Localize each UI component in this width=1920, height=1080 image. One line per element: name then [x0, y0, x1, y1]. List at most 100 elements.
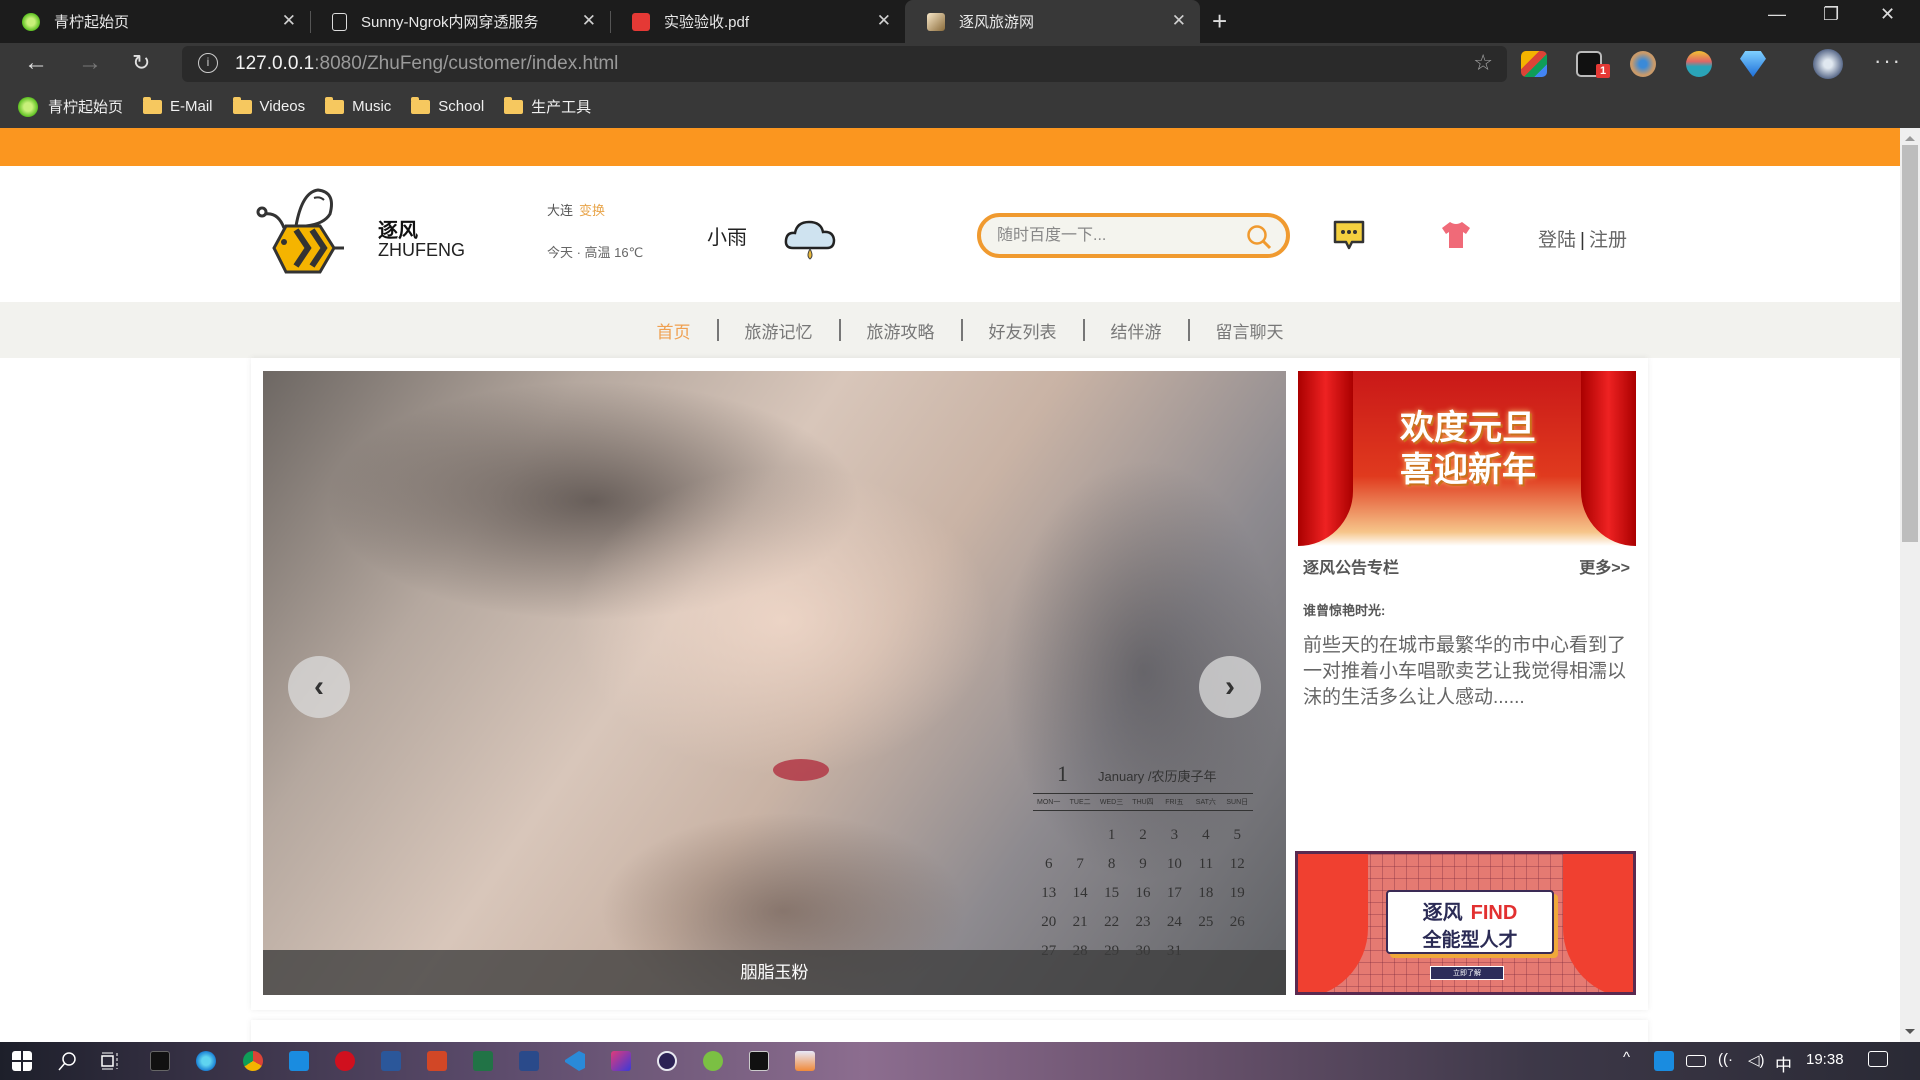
intellij-icon[interactable] — [611, 1051, 631, 1071]
carousel-prev-button[interactable]: ‹ — [288, 656, 350, 718]
java-icon[interactable] — [795, 1051, 815, 1071]
nav-friends-list[interactable]: 好友列表 — [963, 318, 1083, 343]
extension-icon[interactable] — [1521, 51, 1547, 77]
bookmark-qingning[interactable]: 青柠起始页 — [18, 96, 123, 117]
edge-icon[interactable] — [196, 1051, 216, 1071]
app-icon[interactable] — [150, 1051, 170, 1071]
ime-indicator[interactable]: 中 — [1775, 1051, 1792, 1076]
bookmark-videos[interactable]: Videos — [232, 96, 305, 115]
windows-taskbar: ^ ((· ◁) 中 19:38 — [0, 1042, 1920, 1080]
restore-button[interactable]: ❐ — [1823, 4, 1839, 25]
recruit-banner[interactable]: 逐风 FIND 全能型人才 立即了解 — [1295, 851, 1636, 995]
search-icon[interactable] — [1246, 224, 1272, 250]
lime-icon — [22, 12, 40, 31]
favorite-star-icon[interactable]: ☆ — [1473, 50, 1493, 76]
recruit-cn: 逐风 — [1422, 902, 1463, 924]
tray-chevron[interactable]: ^ — [1623, 1049, 1630, 1066]
change-city-link[interactable]: 变换 — [579, 203, 605, 218]
calendar-date: 10 — [1166, 856, 1182, 872]
terminal-icon[interactable] — [749, 1051, 769, 1071]
url-bar[interactable]: i 127.0.0.1:8080/ZhuFeng/customer/index.… — [182, 46, 1507, 82]
close-tab-icon[interactable]: ✕ — [282, 11, 296, 31]
announcement-more-link[interactable]: 更多>> — [1579, 554, 1630, 578]
url-text[interactable]: 127.0.0.1:8080/ZhuFeng/customer/index.ht… — [235, 53, 618, 75]
excel-icon[interactable] — [473, 1051, 493, 1071]
calendar-day: 1 — [1057, 761, 1068, 786]
clover-icon[interactable] — [703, 1051, 723, 1071]
scroll-thumb[interactable] — [1902, 145, 1918, 542]
powerpoint-icon[interactable] — [427, 1051, 447, 1071]
battery-icon[interactable] — [1686, 1055, 1706, 1067]
bookmarks-bar: 青柠起始页 E-Mail Videos Music School 生产工具 — [0, 85, 1920, 128]
bookmark-music[interactable]: Music — [325, 96, 391, 115]
learn-more-button[interactable]: 立即了解 — [1430, 966, 1504, 980]
tab-pdf[interactable]: 实验验收.pdf ✕ — [610, 0, 905, 43]
windows-start-icon[interactable] — [12, 1051, 32, 1071]
new-tab-button[interactable]: + — [1212, 6, 1227, 37]
chrome-icon[interactable] — [243, 1051, 263, 1071]
task-view-icon[interactable] — [100, 1051, 120, 1071]
temperature-text: 今天 · 高温 16℃ — [547, 245, 644, 260]
tray-app-icon[interactable] — [1654, 1051, 1674, 1071]
back-button[interactable]: ← — [24, 49, 48, 77]
site-header: 逐风 ZHUFENG 大连变换 今天 · 高温 16℃ 小雨 登陆|注册 — [0, 166, 1900, 302]
login-link[interactable]: 登陆 — [1538, 230, 1576, 251]
extension-icon[interactable] — [1630, 51, 1656, 77]
devcpp-icon[interactable] — [519, 1051, 539, 1071]
bookmark-tools[interactable]: 生产工具 — [504, 96, 591, 117]
content-container: 1 January /农历庚子年 MON一 TUE二 WED三 THU四 FRI五 SAT… — [251, 358, 1648, 1010]
reload-button[interactable]: ↻ — [132, 50, 150, 76]
calendar-month: January /农历庚子年 — [1098, 769, 1217, 784]
scroll-up-arrow[interactable] — [1905, 136, 1915, 141]
minimize-button[interactable]: — — [1768, 4, 1786, 25]
volume-icon[interactable]: ◁) — [1748, 1051, 1765, 1069]
calendar-weekday: SUN日 — [1226, 799, 1249, 806]
nav-travel-guides[interactable]: 旅游攻略 — [841, 318, 961, 343]
forward-button[interactable]: → — [78, 49, 102, 77]
bookmark-email[interactable]: E-Mail — [143, 96, 213, 115]
close-tab-icon[interactable]: ✕ — [1172, 11, 1186, 31]
nav-home[interactable]: 首页 — [631, 318, 717, 343]
word-icon[interactable] — [381, 1051, 401, 1071]
nav-travel-companions[interactable]: 结伴游 — [1085, 318, 1188, 343]
wifi-icon[interactable]: ((· — [1718, 1051, 1733, 1068]
new-year-banner[interactable]: 欢度元旦 喜迎新年 — [1298, 371, 1636, 546]
search-input[interactable] — [997, 225, 1237, 247]
netease-music-icon[interactable] — [335, 1051, 355, 1071]
close-tab-icon[interactable]: ✕ — [877, 11, 891, 31]
tab-sunny-ngrok[interactable]: Sunny-Ngrok内网穿透服务 ✕ — [310, 0, 610, 43]
folder-icon — [411, 96, 431, 114]
close-window-button[interactable]: ✕ — [1880, 4, 1895, 25]
message-icon[interactable] — [1332, 219, 1366, 251]
bee-logo-icon[interactable] — [256, 186, 356, 276]
calendar-date: 11 — [1198, 856, 1214, 872]
vscode-icon[interactable] — [565, 1051, 585, 1071]
app-icon[interactable] — [289, 1051, 309, 1071]
search-icon[interactable] — [57, 1051, 77, 1071]
tab-qingning[interactable]: 青柠起始页 ✕ — [0, 0, 310, 43]
eclipse-icon[interactable] — [657, 1051, 677, 1071]
bookmark-school[interactable]: School — [411, 96, 484, 115]
tab-zhufeng[interactable]: 逐风旅游网 ✕ — [905, 0, 1200, 43]
nav-travel-memories[interactable]: 旅游记忆 — [719, 318, 839, 343]
tshirt-icon[interactable] — [1440, 220, 1472, 250]
more-menu-button[interactable]: ··· — [1874, 48, 1902, 74]
photo-detail — [773, 759, 829, 781]
diamond-extension-icon[interactable] — [1740, 51, 1766, 77]
extension-icon[interactable] — [1686, 51, 1712, 77]
carousel-next-button[interactable]: › — [1199, 656, 1261, 718]
banner-text: 欢度元旦 喜迎新年 — [1368, 407, 1568, 491]
register-link[interactable]: 注册 — [1589, 230, 1627, 251]
calendar-date: 24 — [1166, 914, 1182, 930]
page-scrollbar[interactable] — [1900, 128, 1920, 1042]
announcement-title: 逐风公告专栏 — [1303, 560, 1400, 577]
close-tab-icon[interactable]: ✕ — [582, 11, 596, 31]
info-icon[interactable]: i — [198, 53, 218, 73]
profile-avatar[interactable] — [1813, 49, 1843, 79]
notification-icon[interactable] — [1868, 1051, 1888, 1067]
city-name: 大连 — [547, 203, 574, 218]
image-carousel[interactable]: 1 January /农历庚子年 MON一 TUE二 WED三 THU四 FRI五 SAT… — [263, 371, 1286, 995]
nav-message-chat[interactable]: 留言聊天 — [1190, 318, 1310, 343]
scroll-down-arrow[interactable] — [1905, 1029, 1915, 1034]
clock[interactable]: 19:38 — [1806, 1051, 1844, 1068]
